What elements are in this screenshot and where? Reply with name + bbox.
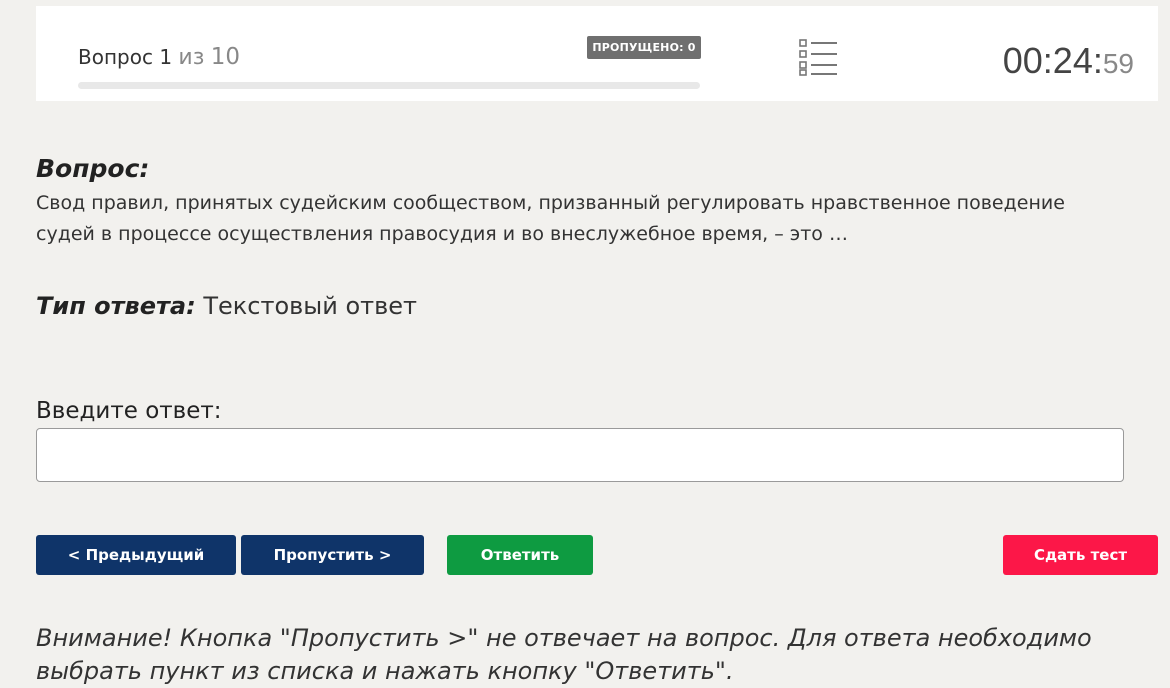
question-counter: Вопрос 1 из 10 [78, 44, 240, 70]
quiz-header: Вопрос 1 из 10 ПРОПУЩЕНО: 0 00:24:59 [36, 6, 1158, 101]
skip-button[interactable]: Пропустить > [241, 535, 424, 575]
question-current-number: 1 [159, 45, 173, 69]
answer-input[interactable] [36, 428, 1124, 482]
answer-type: Тип ответа: Текстовый ответ [36, 292, 417, 320]
question-list-icon[interactable] [799, 38, 839, 76]
question-counter-word: Вопрос [78, 45, 153, 69]
question-label: Вопрос: [36, 154, 150, 183]
question-total-number: 10 [210, 44, 241, 70]
question-text: Свод правил, принятых судейским сообщест… [36, 192, 1065, 245]
answer-input-label: Введите ответ: [36, 398, 222, 424]
timer-hours-minutes: 00:24: [1002, 40, 1103, 81]
answer-type-value: Текстовый ответ [203, 292, 417, 320]
timer-seconds: 59 [1102, 48, 1134, 79]
skipped-count-badge: ПРОПУЩЕНО: 0 [587, 36, 701, 59]
answer-type-label: Тип ответа: [36, 292, 196, 320]
answer-button[interactable]: Ответить [447, 535, 593, 575]
previous-button[interactable]: < Предыдущий [36, 535, 236, 575]
progress-bar [78, 82, 700, 89]
countdown-timer: 00:24:59 [1003, 40, 1134, 82]
skip-warning-text: Внимание! Кнопка "Пропустить >" не отвеч… [36, 624, 1092, 685]
submit-test-button[interactable]: Сдать тест [1003, 535, 1158, 575]
question-of-word: из [178, 45, 205, 70]
